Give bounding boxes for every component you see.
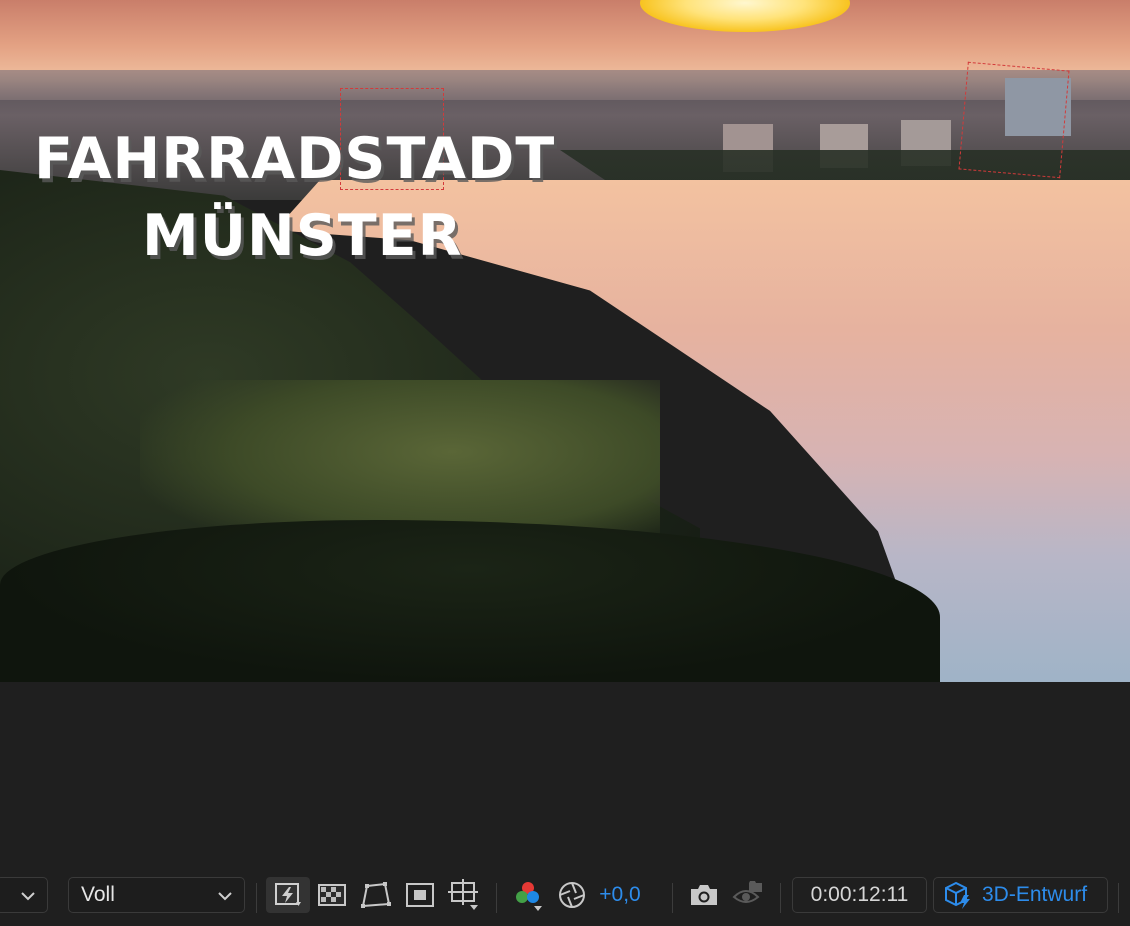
exposure-value[interactable]: +0,0 <box>595 881 645 909</box>
grid-guides-button[interactable] <box>447 878 481 912</box>
show-snapshot-icon <box>732 881 762 903</box>
region-of-interest-icon <box>406 883 434 907</box>
mask-path[interactable] <box>958 61 1070 179</box>
magnification-dropdown[interactable] <box>0 877 48 913</box>
current-time-display[interactable]: 0:00:12:11 <box>792 877 927 913</box>
mask-visibility-button[interactable] <box>359 880 393 910</box>
foreground-trees <box>0 520 940 682</box>
region-of-interest-button[interactable] <box>404 881 436 909</box>
title-line-1[interactable]: FAHRRADSTADT <box>34 126 555 192</box>
3d-draft-toggle[interactable]: 3D-Entwurf <box>933 877 1108 913</box>
rgb-channels-icon <box>516 882 542 911</box>
mask-path-icon <box>361 882 391 908</box>
show-snapshot-button[interactable] <box>731 878 765 910</box>
title-line-2[interactable]: MÜNSTER <box>142 203 462 269</box>
divider <box>496 883 497 913</box>
video-frame <box>0 0 1130 682</box>
fast-previews-button[interactable] <box>266 877 310 913</box>
chevron-down-icon <box>21 892 35 901</box>
transparency-grid-icon <box>318 884 346 906</box>
exposure-aperture-icon <box>559 882 585 908</box>
divider <box>672 883 673 913</box>
camera-icon <box>691 885 717 905</box>
composition-viewer[interactable]: FAHRRADSTADT MÜNSTER <box>0 0 1130 682</box>
reset-exposure-button[interactable] <box>556 880 588 910</box>
3d-draft-label: 3D-Entwurf <box>982 883 1088 906</box>
divider <box>1118 883 1119 913</box>
grid-guides-icon <box>448 879 478 910</box>
transparency-grid-button[interactable] <box>316 881 348 909</box>
resolution-value: Voll <box>81 883 115 906</box>
chevron-down-icon <box>218 892 232 901</box>
divider <box>256 883 257 913</box>
show-channel-button[interactable] <box>511 879 545 913</box>
3d-draft-icon <box>945 881 970 909</box>
take-snapshot-button[interactable] <box>688 880 720 910</box>
divider <box>780 883 781 913</box>
resolution-dropdown[interactable]: Voll <box>68 877 245 913</box>
fast-previews-icon <box>275 883 301 906</box>
